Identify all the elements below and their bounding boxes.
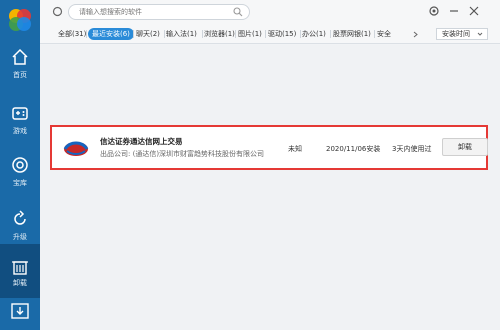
minimize-icon[interactable]: [448, 5, 460, 17]
tab-divider: [164, 30, 165, 38]
tab-divider: [265, 30, 266, 38]
refresh-icon[interactable]: [52, 6, 63, 17]
sidebar-item-games[interactable]: 游戏: [0, 96, 40, 152]
app-icon: [63, 141, 89, 156]
tab-divider: [330, 30, 331, 38]
sidebar: 首页 游戏 宝库 升级 卸载: [0, 0, 40, 330]
app-size: 未知: [288, 145, 302, 153]
close-icon[interactable]: [468, 5, 480, 17]
app-publisher: 出品公司: (通达信)深圳市财富趋势科技股份有限公司: [100, 150, 265, 158]
tab-divider: [86, 30, 87, 38]
tab-images[interactable]: 图片(1): [238, 28, 262, 40]
sidebar-item-uninstall[interactable]: 卸载: [0, 244, 40, 298]
sidebar-item-label: 宝库: [13, 179, 27, 187]
upgrade-icon: [14, 210, 26, 225]
main-panel: 全部(31) 最近安装(6) 聊天(2) 输入法(1) 浏览器(1) 图片(1)…: [40, 0, 500, 330]
tab-stocks-banking[interactable]: 股票网银(1): [333, 28, 371, 40]
app-name: 信达证券通达信网上交易: [100, 137, 183, 146]
sort-label: 安装时间: [442, 30, 470, 38]
tab-chat[interactable]: 聊天(2): [136, 28, 160, 40]
top-bar: [40, 0, 500, 24]
sort-dropdown[interactable]: 安装时间: [436, 28, 488, 40]
chevron-right-icon[interactable]: [412, 31, 419, 38]
chevron-down-icon: [477, 32, 483, 36]
sidebar-item-label: 首页: [13, 71, 27, 79]
uninstall-icon: [12, 261, 28, 275]
sidebar-item-label: 卸载: [13, 279, 27, 287]
tab-divider: [202, 30, 203, 38]
tab-recent[interactable]: 最近安装(6): [88, 28, 134, 40]
sidebar-item-label: 升级: [13, 233, 27, 241]
settings-icon[interactable]: [428, 5, 440, 17]
tab-input-method[interactable]: 输入法(1): [166, 28, 197, 40]
sidebar-item-label: 游戏: [13, 127, 27, 135]
home-icon: [12, 48, 28, 65]
software-list: 信达证券通达信网上交易 出品公司: (通达信)深圳市财富趋势科技股份有限公司 未…: [40, 45, 500, 330]
treasure-icon: [12, 157, 28, 173]
uninstall-button[interactable]: 卸载: [442, 138, 488, 156]
tab-browser[interactable]: 浏览器(1): [204, 28, 235, 40]
gamepad-icon: [12, 107, 28, 120]
tab-divider: [235, 30, 236, 38]
tab-divider: [300, 30, 301, 38]
app-install-date: 2020/11/06安装: [326, 145, 381, 153]
sidebar-item-treasure[interactable]: 宝库: [0, 148, 40, 204]
sidebar-item-home[interactable]: 首页: [0, 40, 40, 96]
tab-security[interactable]: 安全: [377, 28, 391, 40]
search-input[interactable]: [79, 6, 229, 18]
app-usage: 3天内使用过: [392, 145, 432, 153]
tab-divider: [133, 30, 134, 38]
search-box: [68, 4, 250, 20]
tab-drivers[interactable]: 驱动(15): [268, 28, 296, 40]
tab-office[interactable]: 办公(1): [302, 28, 326, 40]
tab-divider: [374, 30, 375, 38]
tab-all[interactable]: 全部(31): [58, 28, 86, 40]
search-icon[interactable]: [233, 7, 243, 17]
category-tabs: 全部(31) 最近安装(6) 聊天(2) 输入法(1) 浏览器(1) 图片(1)…: [40, 24, 500, 44]
download-icon[interactable]: [10, 302, 30, 320]
app-logo-icon: [9, 9, 31, 31]
list-item[interactable]: 信达证券通达信网上交易 出品公司: (通达信)深圳市财富趋势科技股份有限公司 未…: [50, 125, 488, 170]
